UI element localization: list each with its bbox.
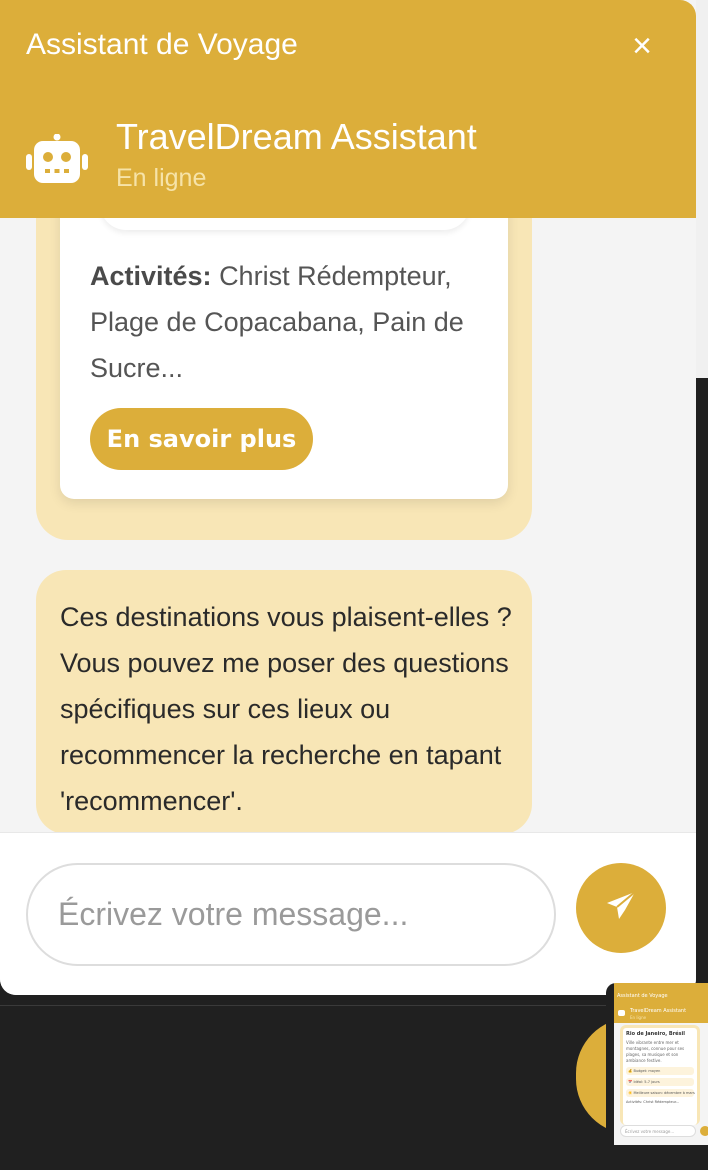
thumbnail-budget: 💰 Budget: moyen (626, 1067, 694, 1075)
message-list[interactable]: Activités: Christ Rédempteur, Plage de C… (0, 218, 696, 832)
destination-info-chip (100, 218, 470, 230)
close-button[interactable]: × (624, 28, 660, 64)
thumbnail-send-button (700, 1126, 708, 1136)
thumbnail-activities: Activités: Christ Rédempteur... (626, 1100, 680, 1104)
thumbnail-city: Rio de Janeiro, Brésil (626, 1031, 685, 1037)
destination-card: Activités: Christ Rédempteur, Plage de C… (60, 218, 508, 499)
thumbnail-destination-card: Rio de Janeiro, Brésil Ville vibrante en… (623, 1028, 697, 1125)
bot-message-text: Ces destinations vous plaisent-elles ? V… (60, 602, 512, 816)
activities-label: Activités: (90, 261, 212, 291)
screenshot-thumbnail[interactable]: Assistant de Voyage TravelDream Assistan… (606, 983, 708, 1170)
chat-header: Assistant de Voyage × TravelDream Assist… (0, 0, 696, 218)
message-input[interactable] (26, 863, 556, 966)
thumbnail-description: Ville vibrante entre mer et montagnes, c… (626, 1040, 685, 1063)
assistant-name: TravelDream Assistant (116, 116, 477, 157)
robot-icon (618, 1010, 625, 1016)
thumbnail-assistant-status: En ligne (630, 1015, 647, 1020)
chat-window-title: Assistant de Voyage (26, 28, 298, 61)
paper-plane-icon (604, 889, 638, 927)
message-input-bar (0, 832, 696, 995)
thumbnail-assistant-name: TravelDream Assistant (630, 1008, 687, 1014)
thumbnail-duration: 📅 Idéal: 5-7 jours (626, 1078, 694, 1086)
send-button[interactable] (576, 863, 666, 953)
thumbnail-title: Assistant de Voyage (617, 993, 668, 999)
thumbnail-season: ☀️ Meilleure saison: décembre à mars (626, 1089, 695, 1097)
thumbnail-chat-preview: Assistant de Voyage TravelDream Assistan… (614, 983, 708, 1145)
thumbnail-input: Écrivez votre message... (620, 1125, 696, 1137)
chat-window: Assistant de Voyage × TravelDream Assist… (0, 0, 696, 995)
assistant-status: En ligne (116, 164, 207, 192)
robot-icon (26, 133, 88, 188)
thumbnail-bubble: Rio de Janeiro, Brésil Ville vibrante en… (620, 1025, 700, 1125)
thumbnail-header: Assistant de Voyage TravelDream Assistan… (614, 983, 708, 1023)
bot-message-bubble: Ces destinations vous plaisent-elles ? V… (36, 570, 532, 832)
destination-activities: Activités: Christ Rédempteur, Plage de C… (90, 253, 490, 391)
learn-more-button[interactable]: En savoir plus (90, 408, 313, 470)
page-divider (0, 1005, 708, 1006)
